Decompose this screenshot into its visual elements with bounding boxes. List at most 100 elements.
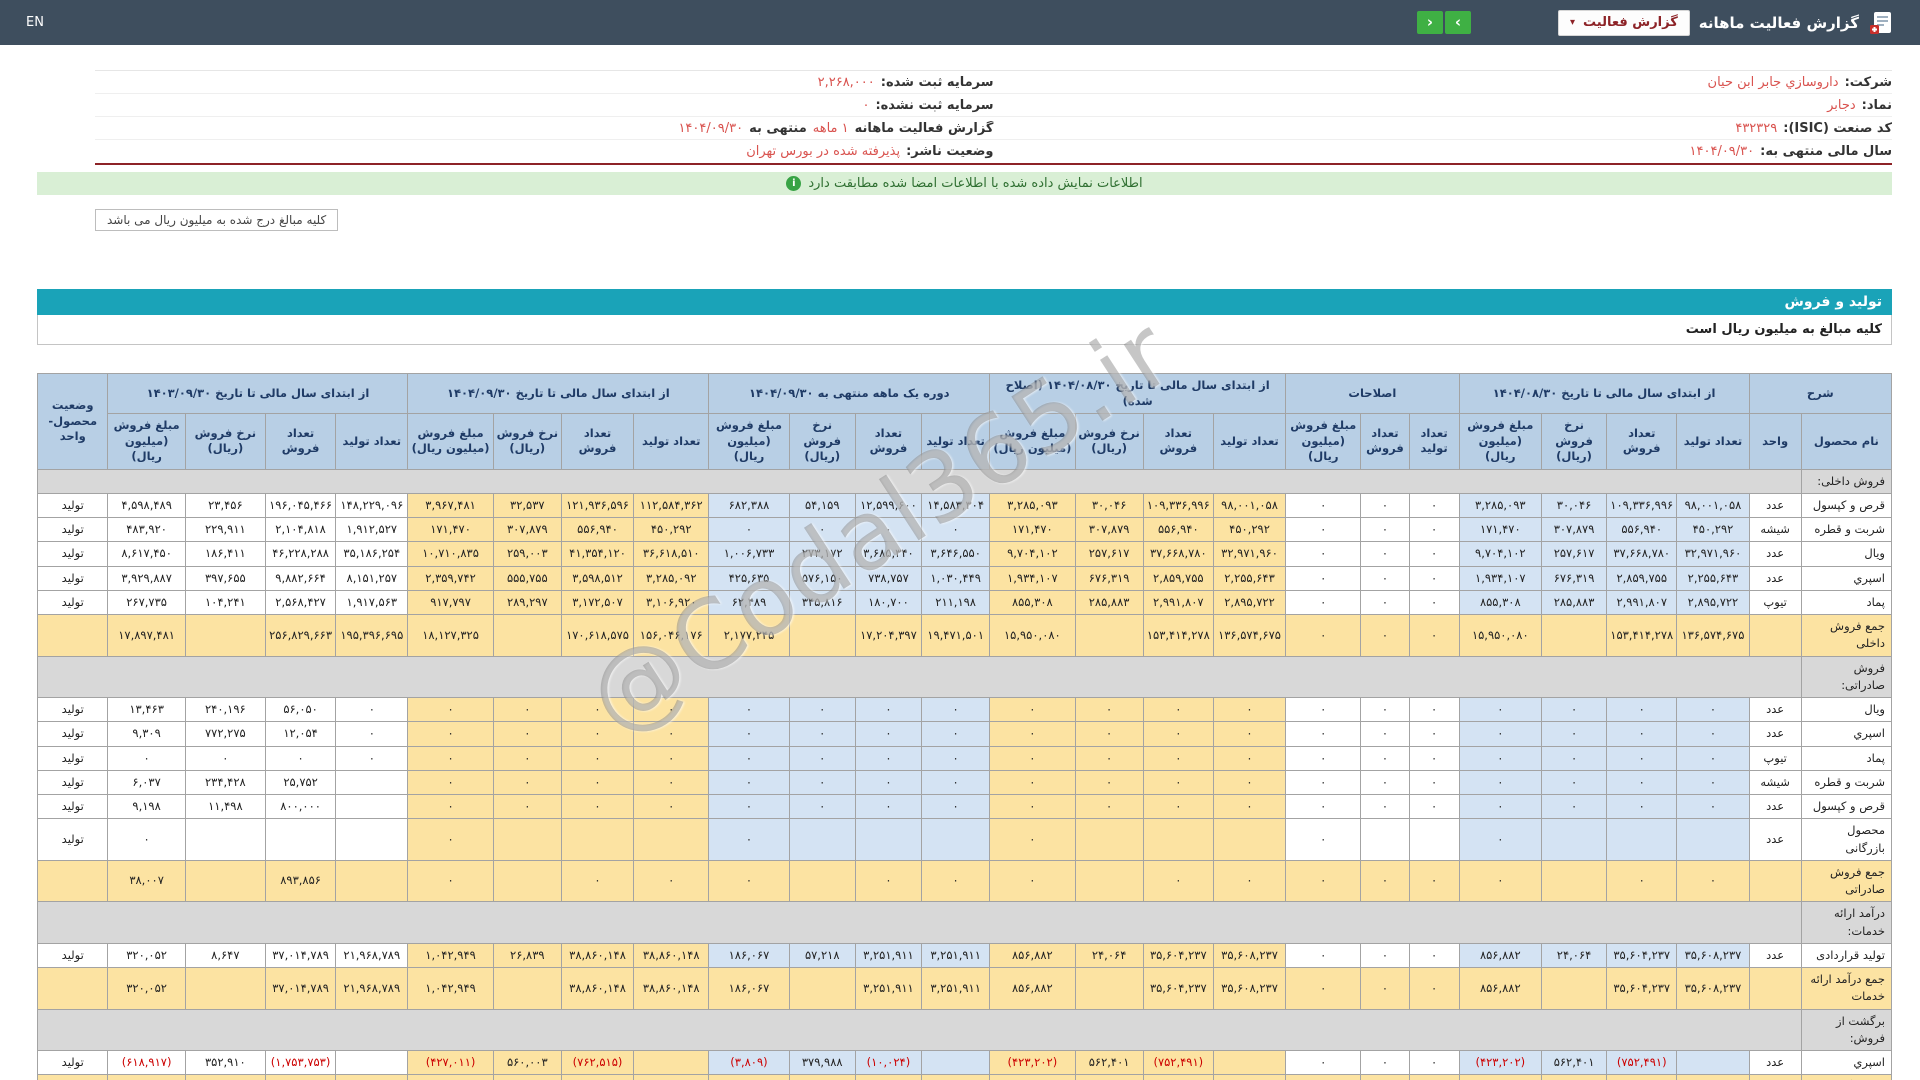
- value-cell: ۳۵,۶۰۴,۲۳۷: [1142, 942, 1214, 969]
- value-cell: ۳۸,۰۰۷: [107, 859, 186, 903]
- value-cell: (۷۵۲,۴۹۱): [1142, 1074, 1214, 1080]
- value-cell: ۰: [1285, 721, 1362, 747]
- value-cell: ۳۲,۵۳۷: [492, 492, 562, 519]
- value-cell: ۰: [107, 745, 186, 771]
- value-cell: ۲۵۶,۸۲۹,۶۶۳: [264, 614, 337, 657]
- value-cell: ۸۰۰,۰۰۰: [264, 794, 337, 820]
- report-type-dropdown[interactable]: گزارش فعالیت ▾: [1558, 9, 1690, 36]
- table-row: قرص و کپسول عدد ۹۸,۰۰۱,۰۵۸ ۱۰۹,۳۳۶,۹۹۶ ۳۰,۰۴…: [36, 492, 1893, 519]
- value-cell: ۰: [1285, 967, 1362, 1010]
- value-cell: ۰: [560, 697, 635, 723]
- col-header: نرخ فروش (ریال): [1074, 413, 1144, 470]
- fiscal-year-label: سال مالی منتهی به:: [1760, 144, 1892, 159]
- value-cell: ۰: [1408, 697, 1460, 723]
- value-cell: [1540, 614, 1608, 657]
- value-cell: [1540, 967, 1608, 1010]
- value-cell: ۳,۲۵۱,۹۱۱: [854, 967, 923, 1010]
- report-icon: [1868, 10, 1894, 36]
- fiscal-year-value: ۱۴۰۴/۰۹/۳۰: [1689, 144, 1755, 159]
- isic-value: ۴۳۲۳۲۹: [1735, 120, 1778, 136]
- registered-capital-field: سرمایه ثبت شده: ۲,۲۶۸,۰۰۰: [95, 75, 994, 90]
- symbol-value[interactable]: دجابر: [1827, 98, 1856, 113]
- col-header: تعداد فروش: [854, 413, 923, 470]
- value-cell: ۱۹,۴۷۱,۵۰۱: [921, 614, 991, 657]
- value-cell: (۴۲۷,۰۱۱): [407, 1074, 494, 1080]
- isic-label: کد صنعت (ISIC):: [1783, 120, 1892, 136]
- col-header: نرخ فروش (ریال): [184, 413, 266, 470]
- value-cell: [1540, 859, 1608, 903]
- company-value[interactable]: داروسازي جابر ابن حيان: [1708, 75, 1839, 90]
- table-row: شربت و قطره شیشه ۴۵۰,۲۹۲ ۵۵۶,۹۴۰ ۳۰۷,۸۷۹ ۱۷۱,…: [36, 517, 1893, 543]
- company-field: شرکت: داروسازي جابر ابن حيان: [994, 74, 1892, 90]
- report-type-dropdown-label: گزارش فعالیت: [1583, 15, 1678, 30]
- value-cell: ۳۰۷,۸۷۹: [1540, 517, 1608, 543]
- value-cell: ۰: [854, 794, 923, 820]
- value-cell: ۴۵۰,۲۹۲: [633, 517, 710, 543]
- symbol-field: نماد: دجابر: [994, 97, 1892, 113]
- value-cell: ۱۸۶,۰۶۷: [708, 967, 790, 1010]
- info-row: نماد: دجابر سرمایه ثبت نشده: ۰: [95, 94, 1892, 117]
- value-cell: ۶۷۶,۳۱۹: [1540, 565, 1608, 591]
- value-cell: ۰: [1285, 942, 1362, 969]
- value-cell: [633, 818, 710, 861]
- value-cell: ۰: [708, 859, 790, 903]
- value-cell: ۲۸۵,۸۸۳: [1540, 589, 1608, 616]
- status-cell: تولید: [36, 794, 109, 820]
- next-report-button[interactable]: ›: [1445, 11, 1472, 34]
- previous-report-button[interactable]: ‹: [1417, 11, 1444, 34]
- status-cell: [36, 1074, 109, 1080]
- codal-report-page: گزارش فعالیت ماهانه گزارش فعالیت ▾ › ‹ E…: [0, 0, 1920, 1080]
- value-cell: ۰: [1458, 769, 1542, 796]
- col-header: نرخ فروش (ریال): [1540, 413, 1608, 470]
- value-cell: (۳,۸۰۹): [708, 1050, 790, 1076]
- value-cell: ۰: [1285, 818, 1362, 861]
- value-cell: (۶۱۸,۹۱۷): [107, 1074, 186, 1080]
- value-cell: ۰: [708, 517, 790, 543]
- value-cell: ۰: [854, 697, 923, 723]
- value-cell: [335, 1050, 409, 1076]
- value-cell: ۸,۶۴۷: [184, 942, 266, 969]
- value-cell: ۲۱۱,۱۹۸: [921, 589, 991, 616]
- language-toggle[interactable]: EN: [26, 15, 44, 30]
- value-cell: ۳,۱۷۲,۵۰۷: [560, 589, 635, 616]
- value-cell: ۰: [492, 769, 562, 796]
- value-cell: ۶۸۲,۳۸۸: [708, 492, 790, 519]
- value-cell: ۲۴,۰۶۴: [1074, 942, 1144, 969]
- status-cell: تولید: [36, 565, 109, 591]
- value-cell: ۴۲۵,۶۳۵: [708, 565, 790, 591]
- value-cell: ۰: [407, 697, 494, 723]
- value-cell: [335, 769, 409, 796]
- value-cell: ۳,۶۴۶,۵۵۰: [921, 541, 991, 567]
- value-cell: ۰: [1676, 721, 1750, 747]
- value-cell: [184, 818, 266, 861]
- value-cell: ۰: [107, 818, 186, 861]
- chevron-down-icon: ▾: [1570, 16, 1576, 28]
- col-group-ytd-0930: از ابتدای سال مالی تا تاریخ ۱۴۰۴/۰۹/۳۰: [407, 372, 710, 415]
- value-cell: ۲۴۰,۱۹۶: [184, 697, 266, 723]
- table-section-row: فروش صادراتی:: [37, 655, 1893, 699]
- value-cell: ۰: [633, 721, 710, 747]
- info-row: سال مالی منتهی به: ۱۴۰۴/۰۹/۳۰ وضعیت ناشر…: [95, 140, 1892, 163]
- value-cell: ۰: [788, 745, 856, 771]
- value-cell: ۲۳۴,۴۲۸: [184, 769, 266, 796]
- table-row: اسپري عدد (۷۵۲,۴۹۱) ۵۶۲,۴۰۱ (۴۲۳,۲۰۲) ۰ ۰ ۰ (۷۵۲…: [36, 1050, 1893, 1076]
- value-cell: ۳۲,۹۷۱,۹۶۰: [1676, 541, 1750, 567]
- value-cell: ۰: [1142, 721, 1214, 747]
- col-header: مبلغ فروش (میلیون ریال): [407, 413, 494, 470]
- report-period-length: ۱ ماهه: [812, 120, 849, 136]
- value-cell: [492, 818, 562, 861]
- value-cell: ۱۷۱,۴۷۰: [989, 517, 1076, 543]
- value-cell: ۰: [407, 794, 494, 820]
- value-cell: ۴۵۰,۲۹۲: [1212, 517, 1287, 543]
- value-cell: ۲۸۹,۲۹۷: [492, 589, 562, 616]
- symbol-label: نماد:: [1861, 97, 1892, 113]
- value-cell: ۰: [1458, 818, 1542, 861]
- value-cell: ۰: [1360, 614, 1410, 657]
- value-cell: ۰: [989, 721, 1076, 747]
- col-header-desc: شرح: [1748, 372, 1893, 415]
- value-cell: ۱۱۲,۵۸۴,۳۶۲: [633, 492, 710, 519]
- value-cell: ۳۹۷,۶۵۵: [184, 565, 266, 591]
- value-cell: [788, 818, 856, 861]
- company-label: شرکت:: [1844, 74, 1892, 90]
- value-cell: ۹,۳۰۹: [107, 721, 186, 747]
